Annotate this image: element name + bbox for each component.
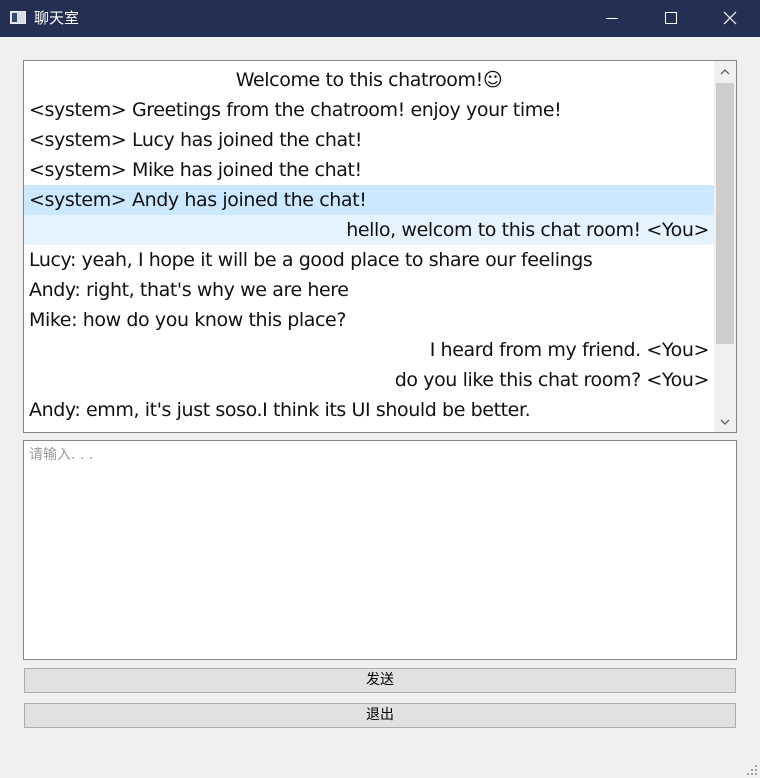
- exit-button[interactable]: 退出: [24, 703, 736, 728]
- window-title: 聊天室: [34, 9, 80, 27]
- window-app-icon: [10, 11, 26, 24]
- scroll-down-button[interactable]: [714, 412, 736, 432]
- message-item[interactable]: <system> Mike has joined the chat!: [24, 155, 714, 185]
- scroll-thumb[interactable]: [716, 83, 734, 344]
- message-item[interactable]: hello, welcom to this chat room! <You>: [24, 215, 714, 245]
- chevron-down-icon: [720, 419, 730, 425]
- message-item[interactable]: Andy: emm, it's just soso.I think its UI…: [24, 395, 714, 425]
- chat-window: 聊天室 Welcome to this chatroom!☺ <system> G…: [0, 0, 760, 778]
- message-item[interactable]: Mike: how do you know this place?: [24, 305, 714, 335]
- title-bar[interactable]: 聊天室: [0, 0, 760, 37]
- message-item[interactable]: Lucy: ...: [24, 425, 714, 432]
- message-item[interactable]: <system> Lucy has joined the chat!: [24, 125, 714, 155]
- message-item[interactable]: do you like this chat room? <You>: [24, 365, 714, 395]
- message-input[interactable]: [23, 440, 737, 660]
- message-item[interactable]: <system> Andy has joined the chat!: [24, 185, 714, 215]
- minimize-button[interactable]: [584, 0, 642, 37]
- send-button[interactable]: 发送: [24, 668, 736, 693]
- message-list[interactable]: Welcome to this chatroom!☺ <system> Greet…: [23, 60, 737, 433]
- message-items: Welcome to this chatroom!☺ <system> Greet…: [24, 65, 714, 432]
- scroll-up-button[interactable]: [714, 61, 736, 81]
- chevron-up-icon: [720, 69, 730, 75]
- vertical-scrollbar[interactable]: [714, 61, 736, 432]
- minimize-icon: [606, 18, 618, 19]
- maximize-button[interactable]: [642, 0, 700, 37]
- resize-grip-icon[interactable]: [746, 764, 758, 776]
- message-item[interactable]: I heard from my friend. <You>: [24, 335, 714, 365]
- message-item[interactable]: <system> Greetings from the chatroom! en…: [24, 95, 714, 125]
- maximize-icon: [665, 12, 677, 24]
- message-item[interactable]: Lucy: yeah, I hope it will be a good pla…: [24, 245, 714, 275]
- message-item[interactable]: Welcome to this chatroom!☺: [24, 65, 714, 95]
- close-button[interactable]: [701, 0, 759, 37]
- message-item[interactable]: Andy: right, that's why we are here: [24, 275, 714, 305]
- close-icon: [723, 11, 737, 25]
